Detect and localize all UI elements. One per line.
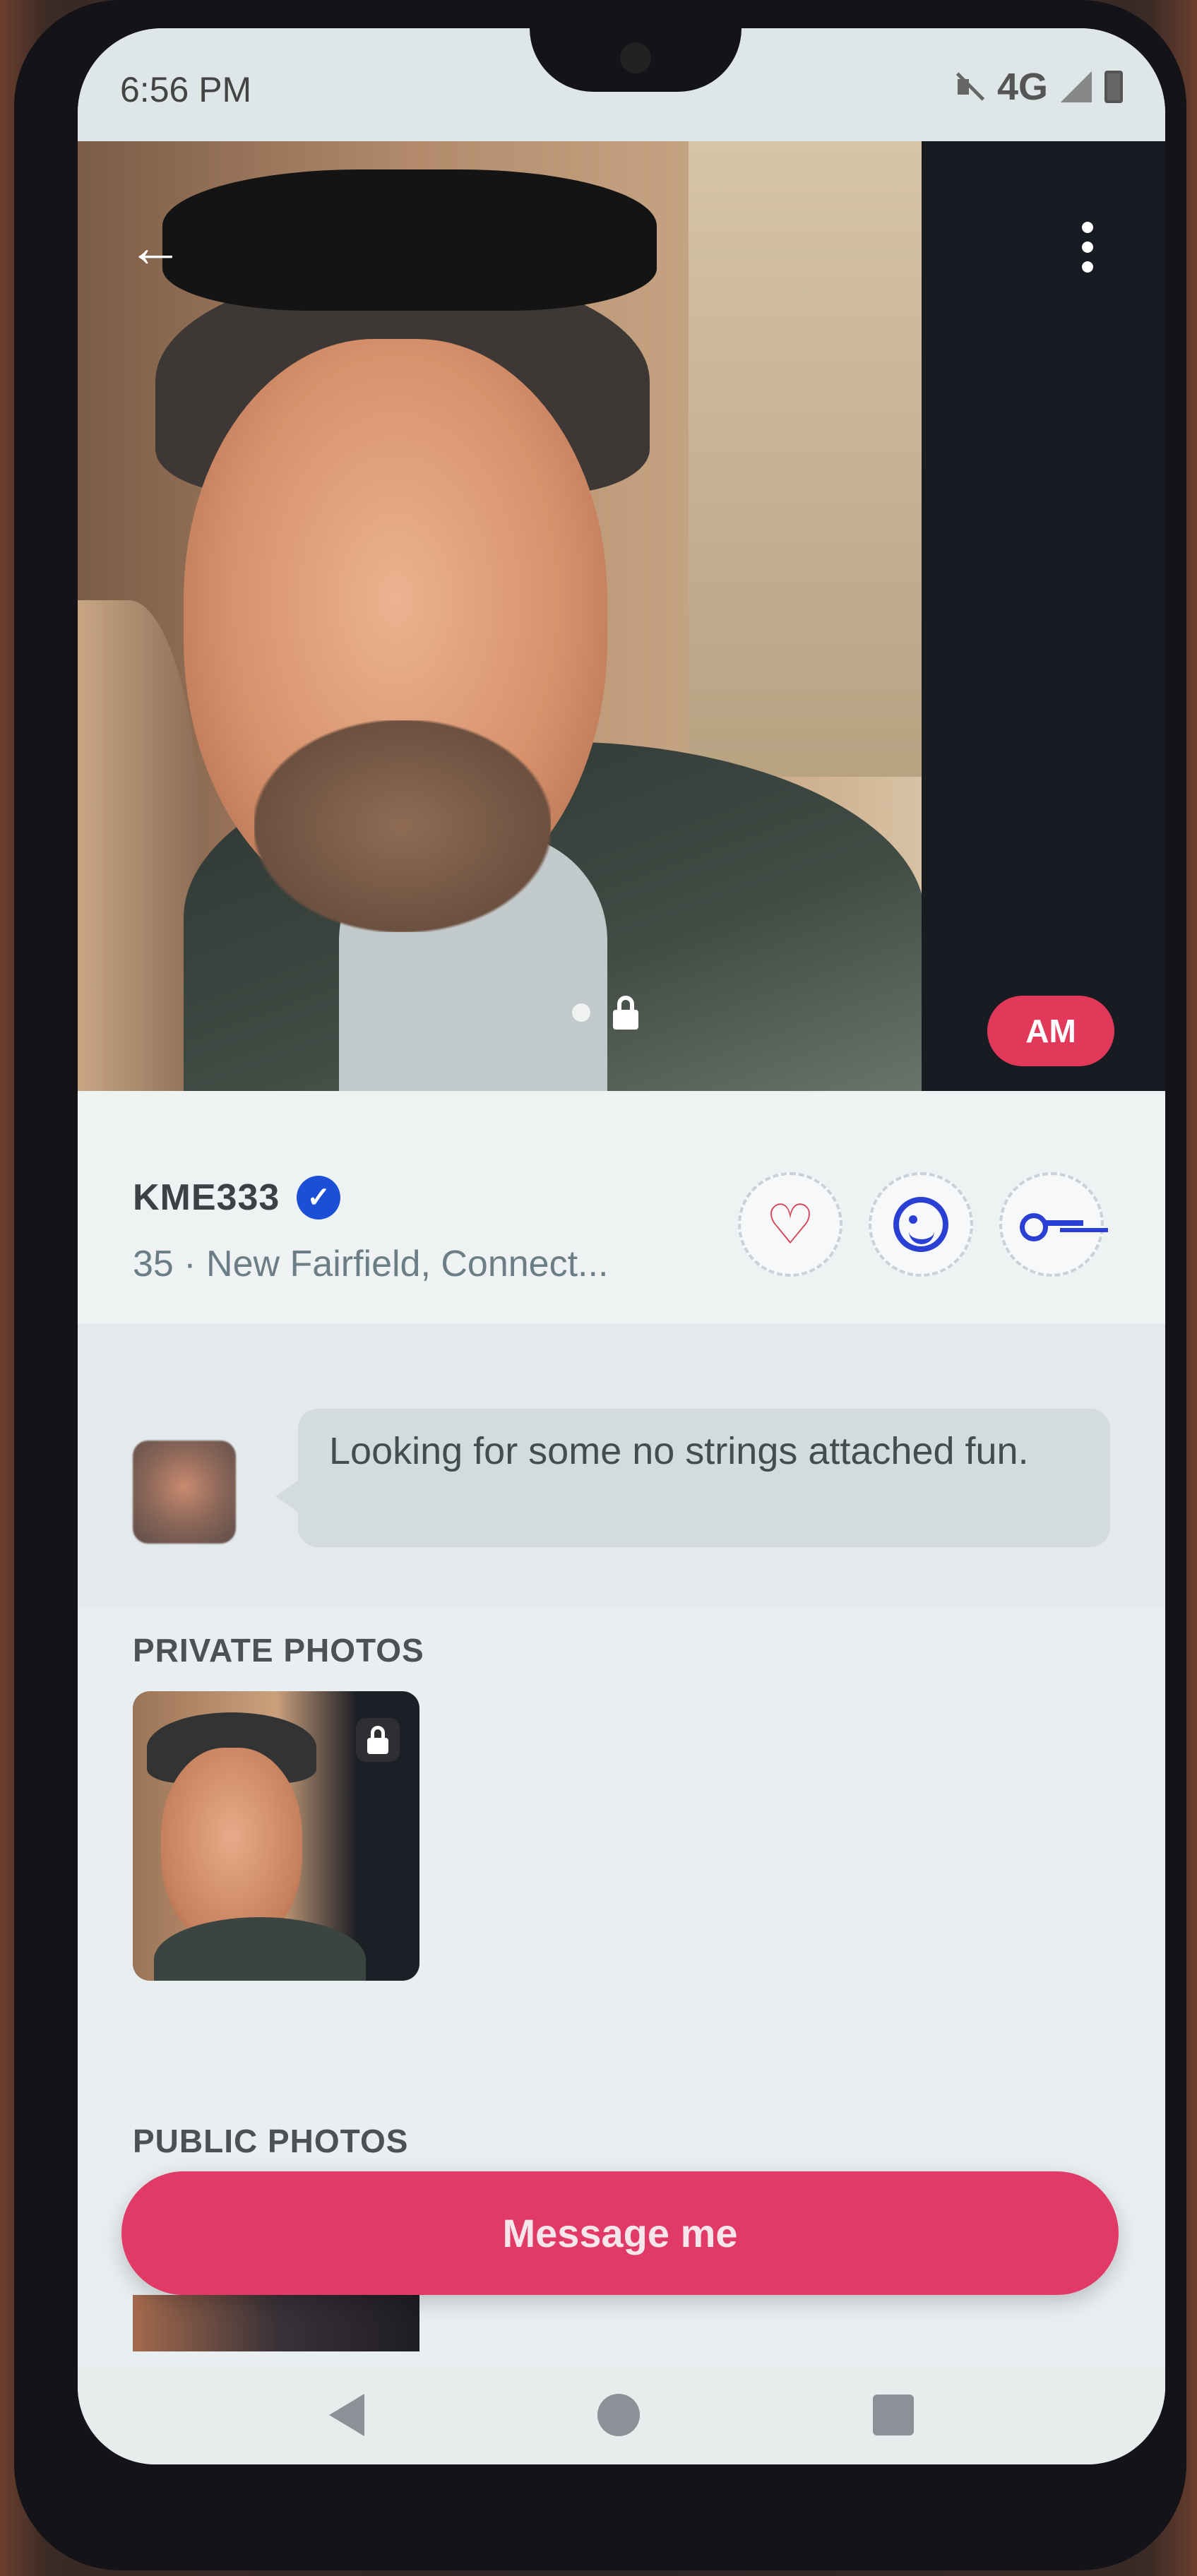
avatar[interactable] bbox=[133, 1441, 236, 1544]
status-time: 6:56 PM bbox=[120, 70, 252, 109]
profile-main-photo[interactable] bbox=[78, 141, 922, 1091]
profile-name: KME333 bbox=[133, 1177, 280, 1218]
status-icons: 4G bbox=[952, 65, 1123, 109]
bio-text: Looking for some no strings attached fun… bbox=[329, 1430, 1029, 1472]
more-options-button[interactable] bbox=[1066, 212, 1109, 282]
lock-icon[interactable] bbox=[612, 996, 640, 1030]
private-photos-title: PRIVATE PHOTOS bbox=[133, 1632, 424, 1669]
profile-info: KME333 ✓ 35 · New Fairfield, Connect... … bbox=[78, 1091, 1165, 1324]
bio-section: Looking for some no strings attached fun… bbox=[78, 1324, 1165, 1606]
phone-frame: 6:56 PM 4G ← AM KME333 ✓ 35 · New Fairfi… bbox=[14, 0, 1186, 2570]
profile-name-row: KME333 ✓ bbox=[133, 1176, 341, 1220]
signal-icon bbox=[1061, 71, 1092, 102]
arrow-left-icon: ← bbox=[127, 215, 184, 278]
message-me-button[interactable]: Message me bbox=[121, 2171, 1119, 2295]
wink-face-icon bbox=[893, 1197, 948, 1252]
more-vertical-icon bbox=[1082, 222, 1093, 233]
profile-hero[interactable]: ← AM bbox=[78, 141, 1165, 1091]
heart-icon: ♡ bbox=[766, 1193, 815, 1256]
public-photos-title: PUBLIC PHOTOS bbox=[133, 2123, 409, 2159]
thumb-face bbox=[161, 1748, 302, 1945]
photo-beard bbox=[254, 720, 551, 932]
android-nav-bar bbox=[78, 2366, 1165, 2464]
dot-icon[interactable] bbox=[572, 1003, 590, 1022]
more-vertical-icon bbox=[1082, 261, 1093, 273]
nav-back-icon[interactable] bbox=[329, 2394, 364, 2436]
key-button[interactable] bbox=[999, 1172, 1104, 1277]
back-button[interactable]: ← bbox=[120, 212, 191, 282]
like-button[interactable]: ♡ bbox=[738, 1172, 842, 1277]
key-icon bbox=[1020, 1210, 1083, 1241]
initials-badge: AM bbox=[987, 996, 1114, 1066]
network-type: 4G bbox=[996, 66, 1048, 108]
photo-sunglasses bbox=[162, 169, 657, 311]
more-vertical-icon bbox=[1082, 242, 1093, 253]
nav-home-icon[interactable] bbox=[597, 2394, 640, 2436]
front-camera bbox=[620, 42, 651, 73]
phone-screen: 6:56 PM 4G ← AM KME333 ✓ 35 · New Fairfi… bbox=[78, 28, 1165, 2464]
public-photo-thumbnail[interactable] bbox=[133, 2295, 419, 2351]
wink-button[interactable] bbox=[869, 1172, 973, 1277]
status-bar: 6:56 PM 4G bbox=[78, 28, 1165, 141]
mute-icon bbox=[952, 71, 984, 103]
verified-badge-icon: ✓ bbox=[297, 1176, 341, 1220]
profile-age-location: 35 · New Fairfield, Connect... bbox=[133, 1244, 609, 1284]
bio-bubble: Looking for some no strings attached fun… bbox=[298, 1409, 1110, 1547]
camera-notch bbox=[530, 28, 742, 92]
private-photo-thumbnail[interactable] bbox=[133, 1691, 419, 1981]
battery-icon bbox=[1104, 71, 1123, 103]
photo-background-wall bbox=[689, 141, 922, 777]
lock-icon bbox=[356, 1718, 400, 1762]
nav-recents-icon[interactable] bbox=[873, 2395, 914, 2435]
photo-pager[interactable] bbox=[572, 996, 640, 1030]
bubble-tail bbox=[275, 1479, 299, 1513]
